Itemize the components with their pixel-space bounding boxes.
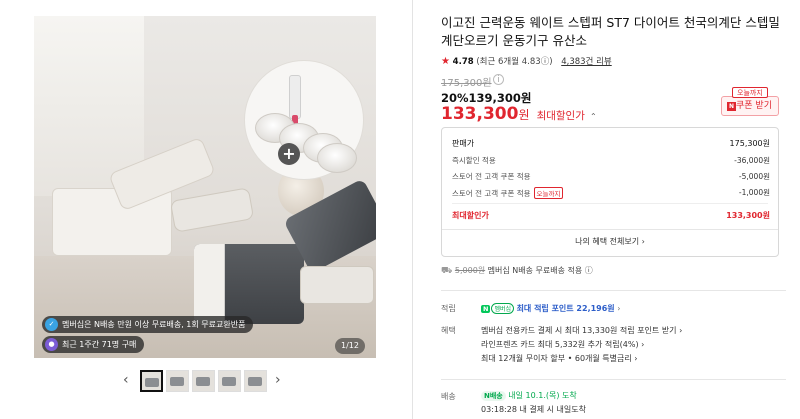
original-price: 175,300원 <box>441 78 492 89</box>
membership-shipping-badge-text: 멤버십은 N배송 만원 이상 무료배송, 1회 무료교환반품 <box>62 320 246 329</box>
thumbnail[interactable] <box>244 370 267 392</box>
breakdown-row: 스토어 전 고객 쿠폰 적용 -5,000원 <box>452 171 770 182</box>
final-price-label: 최대할인가 <box>536 110 585 122</box>
breakdown-footer-divider <box>442 229 778 230</box>
breakdown-label: 즉시할인 적용 <box>452 156 496 165</box>
rating-detail: (최근 6개월 4.83ⓘ) <box>476 57 553 67</box>
breakdown-label: 판매가 <box>452 139 475 148</box>
rating-row: ★ 4.78 (최근 6개월 4.83ⓘ) 4,383건 리뷰 <box>441 55 612 67</box>
chevron-right-icon[interactable]: › <box>275 372 281 388</box>
coupon-button-label: 쿠폰 받기 <box>736 101 772 111</box>
breakdown-label: 스토어 전 고객 쿠폰 적용 <box>452 189 531 198</box>
shipping-fee-text: 멤버십 N배송 무료배송 적용 ⓘ <box>485 266 593 275</box>
thumbnail-image <box>196 377 210 386</box>
benefit-line-friends-card[interactable]: 라인프렌즈 카드 최대 5,332원 추가 적립(4%) › <box>481 339 644 350</box>
npay-icon: N <box>481 305 491 313</box>
npay-coupon-icon: N <box>727 102 736 111</box>
final-price-unit: 원 <box>518 108 530 122</box>
delivery-info: N배송 내일 10.1.(목) 도착 <box>481 390 577 401</box>
column-divider <box>412 0 413 419</box>
breakdown-row: 스토어 전 고객 쿠폰 적용 오늘까지 -1,000원 <box>452 187 770 199</box>
benefit-installment[interactable]: 최대 12개월 무이자 할부 • 60개월 특별금리 › <box>481 353 637 364</box>
thumbnail[interactable] <box>166 370 189 392</box>
product-gallery: + ✓ 멤버십은 N배송 만원 이상 무료배송, 1회 무료교환반품 ● 최근 … <box>0 0 410 419</box>
thumbnail-image <box>145 378 159 387</box>
membership-badge: 멤버십 <box>491 303 515 314</box>
section-divider <box>441 379 786 380</box>
image-counter: 1/12 <box>335 338 365 354</box>
max-points-text: 최대 적립 포인트 22,196원 <box>516 304 615 313</box>
shipping-fee-row: ⛟ 5,000원 멤버십 N배송 무료배송 적용 ⓘ <box>441 265 593 277</box>
breakdown-label: 최대할인가 <box>452 211 489 220</box>
breakdown-value: -36,000원 <box>734 156 770 165</box>
chevron-up-icon: ⌃ <box>589 112 597 121</box>
plus-icon[interactable]: + <box>278 143 300 165</box>
breakdown-value: 133,300원 <box>726 211 770 220</box>
benefits-label: 혜택 <box>441 326 456 335</box>
shipping-fee: 5,000원 <box>454 266 486 275</box>
coupon-deadline-tag: 오늘까지 <box>732 87 768 98</box>
review-count-link[interactable]: 4,383건 리뷰 <box>561 57 612 67</box>
coupon-button[interactable]: N 쿠폰 받기 <box>721 96 779 116</box>
accessory-inset <box>244 60 364 180</box>
breakdown-value: -5,000원 <box>738 172 770 181</box>
white-stepper-illustration <box>52 136 255 256</box>
final-price: 133,300 <box>441 104 519 124</box>
thumbnail[interactable] <box>192 370 215 392</box>
accessory-disc <box>317 143 357 173</box>
product-page: + ✓ 멤버십은 N배송 만원 이상 무료배송, 1회 무료교환반품 ● 최근 … <box>0 0 800 419</box>
chevron-left-icon[interactable]: ‹ <box>123 372 129 388</box>
thumbnail-image <box>222 377 236 386</box>
rating-score: 4.78 <box>452 57 474 67</box>
breakdown-value: 175,300원 <box>729 139 770 148</box>
dark-stepper-footplate <box>300 266 374 304</box>
breakdown-row: 판매가 175,300원 <box>452 138 770 149</box>
thumbnail[interactable] <box>140 370 163 392</box>
section-divider <box>441 290 786 291</box>
thumbnail-image <box>170 377 184 386</box>
breakdown-value: -1,000원 <box>738 188 770 197</box>
recent-purchase-badge: ● 최근 1주간 71명 구매 <box>42 336 145 353</box>
benefit-membership-card[interactable]: 멤버십 전용카드 결제 시 최대 13,330원 적립 포인트 받기 › <box>481 325 682 336</box>
product-title: 이고진 근력운동 웨이트 스텝퍼 ST7 다이어트 천국의계단 스텝밀 계단오르… <box>441 15 780 48</box>
truck-icon: ⛟ <box>441 266 453 276</box>
points-value[interactable]: N 멤버십 최대 적립 포인트 22,196원 › <box>481 303 620 314</box>
breakdown-row: 즉시할인 적용 -36,000원 <box>452 155 770 166</box>
tag-icon: ✓ <box>45 318 58 331</box>
final-price-row[interactable]: 133,300원 최대할인가 ⌃ <box>441 104 597 124</box>
points-label: 적립 <box>441 304 456 313</box>
main-product-image[interactable]: + <box>34 16 376 358</box>
price-breakdown-box: 판매가 175,300원 즉시할인 적용 -36,000원 스토어 전 고객 쿠… <box>441 127 779 257</box>
accessory-tool <box>289 75 301 119</box>
view-all-benefits-link[interactable]: 나의 혜택 전체보기 › <box>442 236 778 247</box>
delivery-arrival: 내일 10.1.(목) 도착 <box>508 391 577 400</box>
dark-stepper-illustration <box>194 178 376 326</box>
n-delivery-badge: N배송 <box>481 391 506 401</box>
star-icon: ★ <box>441 56 450 67</box>
delivery-cutoff: 03:18:28 내 결제 시 내일도착 <box>481 405 586 414</box>
thumbnail-image <box>248 377 262 386</box>
person-icon: ● <box>45 338 58 351</box>
delivery-label: 배송 <box>441 392 456 401</box>
breakdown-total-row: 최대할인가 133,300원 <box>452 210 770 221</box>
deadline-tag: 오늘까지 <box>533 187 564 199</box>
breakdown-label: 스토어 전 고객 쿠폰 적용 <box>452 172 531 181</box>
thumbnail[interactable] <box>218 370 241 392</box>
info-icon[interactable]: i <box>493 74 504 85</box>
recent-purchase-badge-text: 최근 1주간 71명 구매 <box>62 340 137 349</box>
breakdown-divider <box>452 203 768 204</box>
membership-shipping-badge: ✓ 멤버십은 N배송 만원 이상 무료배송, 1회 무료교환반품 <box>42 316 254 333</box>
chevron-right-icon: › <box>617 304 621 313</box>
